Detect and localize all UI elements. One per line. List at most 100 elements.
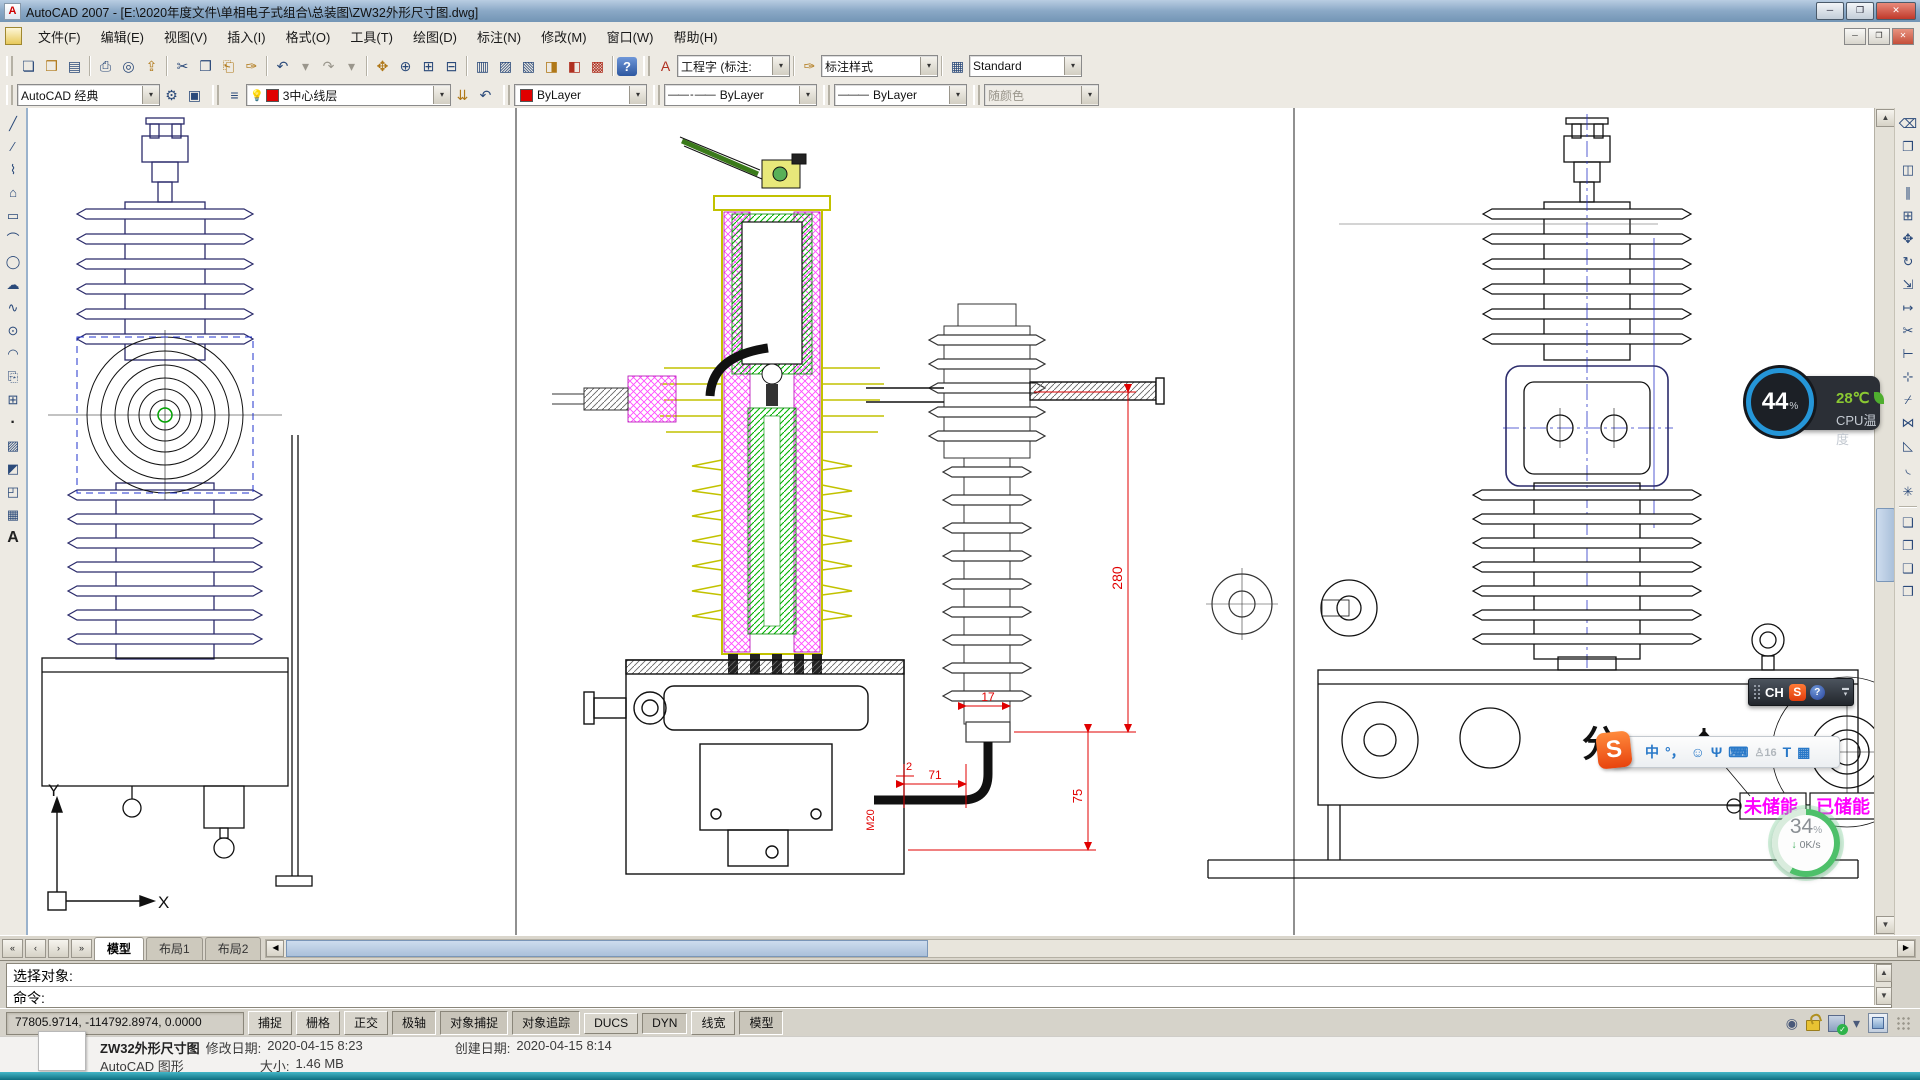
minimize-button[interactable]: ─ [1816,2,1844,20]
polygon-tool-icon[interactable]: ⌂ [2,181,24,204]
menu-help[interactable]: 帮助(H) [664,23,728,50]
table-style-combo[interactable]: Standard ▾ [969,55,1082,77]
toolbar-grip[interactable] [823,85,830,105]
toggle-snap[interactable]: 捕捉 [248,1011,292,1035]
ime-chinese-mode-icon[interactable]: 中 [1645,742,1659,762]
text-style-icon[interactable]: A [654,55,677,77]
line-tool-icon[interactable]: ╱ [2,112,24,135]
layer-previous-icon[interactable]: ↶ [474,84,497,106]
spline-tool-icon[interactable]: ∿ [2,296,24,319]
make-layer-current-icon[interactable]: ⇊ [451,84,474,106]
explode-tool-icon[interactable]: ✳ [1897,480,1919,503]
prev-tab-icon[interactable]: ‹ [25,939,46,958]
open-file-icon[interactable]: ❒ [40,55,63,77]
status-menu-arrow-icon[interactable]: ▾ [1853,1015,1860,1032]
toolbar-grip[interactable] [653,85,660,105]
sogou-s-logo-icon[interactable]: S [1595,730,1633,769]
command-text-area[interactable]: 选择对象: 命令: ▲ ▼ [6,963,1892,1008]
menu-dimension[interactable]: 标注(N) [467,23,531,50]
zoom-realtime-icon[interactable]: ⊕ [394,55,417,77]
chamfer-tool-icon[interactable]: ◺ [1897,434,1919,457]
sheet-set-manager-icon[interactable]: ◨ [540,55,563,77]
menu-file[interactable]: 文件(F) [28,23,91,50]
tab-layout2[interactable]: 布局2 [205,937,262,960]
linetype-combo[interactable]: —— - —— ByLayer ▾ [664,84,817,106]
markup-set-manager-icon[interactable]: ◧ [563,55,586,77]
draworder-back-icon[interactable]: ❐ [1897,534,1919,557]
zoom-previous-icon[interactable]: ⊟ [440,55,463,77]
ellipse-tool-icon[interactable]: ⊙ [2,319,24,342]
resize-grip[interactable] [1896,1016,1910,1030]
toolbar-lock-icon[interactable] [1806,1020,1820,1031]
scroll-up-icon[interactable]: ▲ [1876,109,1895,127]
ime-toolbox-icon[interactable]: ▦ [1797,744,1810,761]
title-bar[interactable]: A AutoCAD 2007 - [E:\2020年度文件\单相电子式组合\总装… [0,0,1920,23]
quickcalc-icon[interactable]: ▩ [586,55,609,77]
first-tab-icon[interactable]: « [2,939,23,958]
ime-voice-icon[interactable]: Ψ [1711,744,1722,760]
draworder-under-icon[interactable]: ❒ [1897,580,1919,603]
toggle-ortho[interactable]: 正交 [344,1011,388,1035]
fillet-tool-icon[interactable]: ◟ [1897,457,1919,480]
last-tab-icon[interactable]: » [71,939,92,958]
sogou-logo-icon[interactable]: S [1789,684,1806,701]
help-icon[interactable]: ? [617,57,637,76]
plot-style-combo[interactable]: 随颜色 ▾ [984,84,1099,106]
rotate-tool-icon[interactable]: ↻ [1897,250,1919,273]
table-tool-icon[interactable]: ▦ [2,503,24,526]
save-icon[interactable]: ▤ [63,55,86,77]
revision-cloud-tool-icon[interactable]: ☁ [2,273,24,296]
dim-style-icon[interactable]: ✑ [798,55,821,77]
draworder-above-icon[interactable]: ❑ [1897,557,1919,580]
command-scrollbar[interactable]: ▲ ▼ [1874,964,1891,1005]
stretch-tool-icon[interactable]: ↦ [1897,296,1919,319]
toggle-ducs[interactable]: DUCS [584,1013,638,1034]
rectangle-tool-icon[interactable]: ▭ [2,204,24,227]
language-bar[interactable]: CH S ? ▬▾ [1748,678,1854,706]
langbar-grip[interactable] [1753,684,1762,700]
scale-tool-icon[interactable]: ⇲ [1897,273,1919,296]
command-prompt-line[interactable]: 命令: [7,986,1891,1008]
erase-tool-icon[interactable]: ⌫ [1897,112,1919,135]
cpu-monitor-widget[interactable]: 28℃ CPU温度 44 % [1746,368,1880,438]
draworder-front-icon[interactable]: ❏ [1897,511,1919,534]
break-at-point-tool-icon[interactable]: ⊹ [1897,365,1919,388]
ime-punctuation-icon[interactable]: °， [1665,742,1685,762]
offset-tool-icon[interactable]: ∥ [1897,181,1919,204]
menu-tools[interactable]: 工具(T) [340,23,403,50]
pan-icon[interactable]: ✥ [371,55,394,77]
toggle-dyn[interactable]: DYN [642,1013,687,1034]
toolbar-grip[interactable] [6,56,13,76]
lineweight-combo[interactable]: ——— ByLayer ▾ [834,84,967,106]
mirror-tool-icon[interactable]: ◫ [1897,158,1919,181]
point-tool-icon[interactable]: · [2,411,24,434]
toggle-osnap[interactable]: 对象捕捉 [440,1011,508,1035]
copy-tool-icon[interactable]: ❐ [1897,135,1919,158]
new-file-icon[interactable]: ❏ [17,55,40,77]
zoom-window-icon[interactable]: ⊞ [417,55,440,77]
mdi-minimize-button[interactable]: ─ [1844,28,1866,45]
layer-manager-icon[interactable]: ≡ [223,84,246,106]
cmd-scroll-up-icon[interactable]: ▲ [1876,964,1892,982]
toolbar-grip[interactable] [973,85,980,105]
sogou-ime-toolbar[interactable]: S 中 °， ☺ Ψ ⌨ ♙16 T ▦ [1612,736,1840,768]
menu-view[interactable]: 视图(V) [154,23,217,50]
clean-screen-icon[interactable] [1868,1013,1888,1033]
scroll-down-icon[interactable]: ▼ [1876,916,1895,934]
save-workspace-icon[interactable]: ▣ [183,84,206,106]
plot-preview-icon[interactable]: ◎ [117,55,140,77]
ime-soft-keyboard-icon[interactable]: ⌨ [1728,744,1748,761]
ime-emoji-icon[interactable]: ☺ [1691,744,1705,760]
horizontal-scrollbar[interactable]: ◀ ▶ [265,939,1916,958]
toggle-lwt[interactable]: 线宽 [691,1011,735,1035]
text-tool-icon[interactable]: A [2,526,24,549]
construction-line-tool-icon[interactable]: ⁄ [2,135,24,158]
hatch-tool-icon[interactable]: ▨ [2,434,24,457]
dim-style-combo[interactable]: 标注样式 ▾ [821,55,938,77]
text-style-combo[interactable]: 工程字 (标注: ▾ [677,55,790,77]
polyline-tool-icon[interactable]: ⌇ [2,158,24,181]
tab-model[interactable]: 模型 [94,937,144,960]
drawing-canvas[interactable]: Y X [26,108,1876,935]
toggle-polar[interactable]: 极轴 [392,1011,436,1035]
toolbar-grip[interactable] [503,85,510,105]
